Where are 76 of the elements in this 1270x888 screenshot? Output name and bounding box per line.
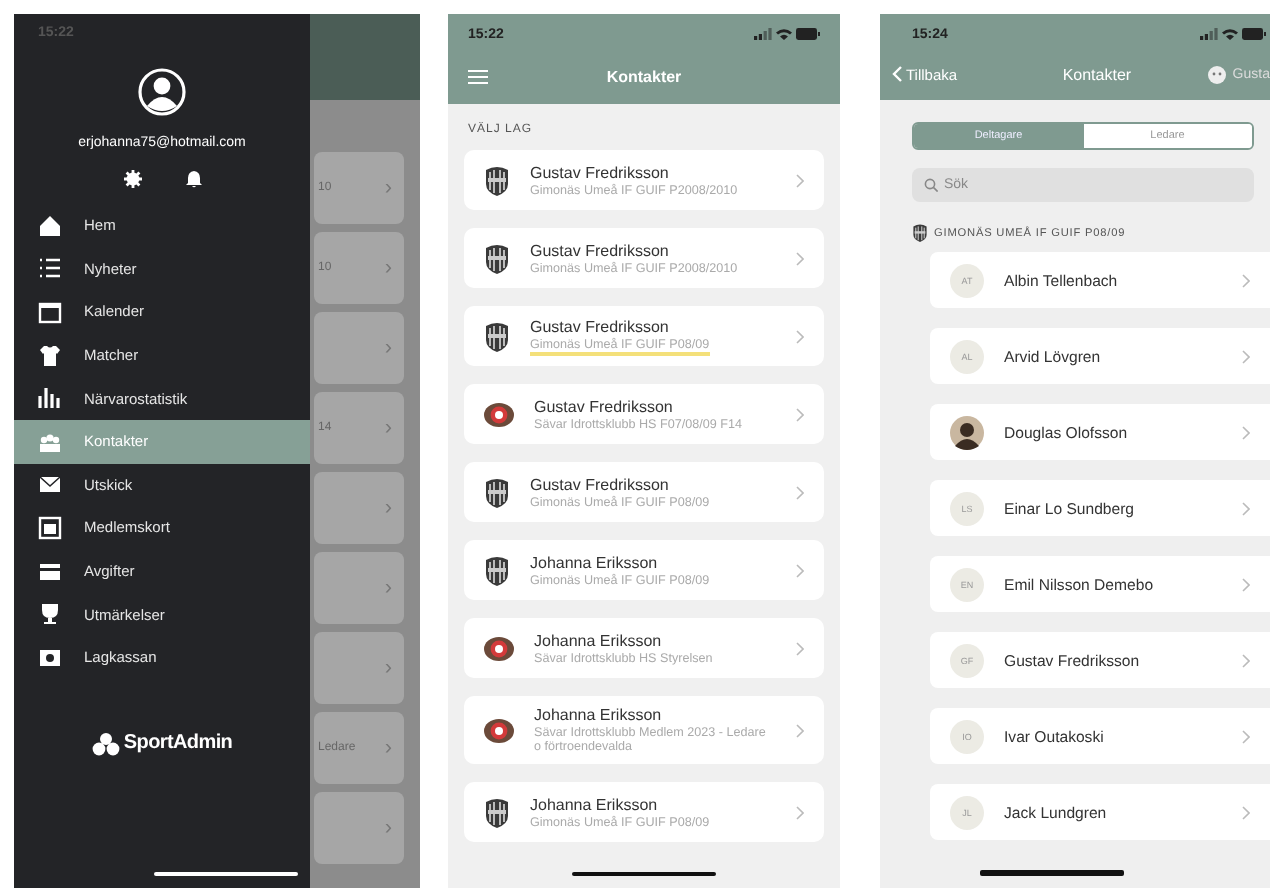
- battery-icon: [1242, 28, 1266, 40]
- contact-name: Gustav Fredriksson: [530, 241, 671, 259]
- striped-shield-logo-icon: [484, 321, 510, 351]
- contact-name: Gustav Fredriksson: [534, 397, 675, 415]
- round-club-logo-icon: [484, 401, 514, 427]
- search-icon: [924, 178, 938, 192]
- chevron-right-icon: [1242, 805, 1250, 819]
- club-logo-icon: [91, 731, 120, 756]
- chevron-right-icon: [1242, 425, 1250, 439]
- list-icon: [38, 256, 62, 281]
- striped-shield-logo-icon: [484, 555, 510, 585]
- chevron-icon: ›: [384, 576, 392, 600]
- people-icon: [38, 429, 62, 454]
- chevron-icon: ›: [384, 656, 392, 680]
- chevron-right-icon: [1242, 273, 1250, 287]
- chevron-icon: ›: [384, 336, 392, 360]
- signal-icon: [754, 28, 772, 40]
- striped-shield-logo-icon: [912, 224, 928, 242]
- chevron-right-icon: [796, 173, 804, 187]
- trophy-icon: [38, 602, 62, 627]
- contact-name: Johanna Eriksson: [530, 553, 660, 571]
- chevron-right-icon: [1242, 577, 1250, 591]
- contact-name: Gustav Fredriksson: [530, 317, 671, 335]
- calendar-icon: [38, 299, 62, 324]
- round-club-logo-icon: [484, 635, 514, 661]
- bell-icon[interactable]: [185, 170, 201, 188]
- chevron-right-icon: [1242, 349, 1250, 363]
- screen-title: Kontakter: [606, 67, 682, 85]
- home-icon: [38, 213, 62, 238]
- contact-name: Johanna Eriksson: [534, 706, 664, 724]
- brand-logo: SportAdmin: [123, 732, 233, 755]
- chevron-right-icon: [796, 723, 804, 737]
- home-indicator: [980, 870, 1124, 876]
- shirt-icon: [38, 343, 62, 368]
- banknote-icon: [38, 645, 62, 670]
- round-club-logo-icon: [484, 717, 514, 743]
- person-silhouette-icon: [950, 415, 984, 449]
- screen-title: Kontakter: [1062, 65, 1132, 83]
- credit-card-icon: [38, 559, 62, 584]
- member-card-icon: [38, 515, 62, 540]
- striped-shield-logo-icon: [484, 165, 510, 195]
- chevron-right-icon: [796, 329, 804, 343]
- striped-shield-logo-icon: [484, 243, 510, 273]
- wifi-icon: [1222, 28, 1238, 40]
- striped-shield-logo-icon: [484, 797, 510, 827]
- chevron-left-icon: [892, 66, 902, 82]
- envelope-icon: [38, 472, 62, 497]
- chevron-icon: ›: [384, 816, 392, 840]
- avatar-icon[interactable]: [138, 68, 186, 116]
- contact-name: Johanna Eriksson: [534, 631, 664, 649]
- contact-name: Gustav Fredriksson: [530, 163, 671, 181]
- menu-icon[interactable]: [468, 69, 488, 83]
- striped-shield-logo-icon: [484, 477, 510, 507]
- chevron-icon: ›: [384, 736, 392, 760]
- battery-icon: [796, 28, 820, 40]
- contact-name: Gustav Fredriksson: [530, 475, 671, 493]
- chevron-right-icon: [796, 563, 804, 577]
- chevron-icon: ›: [384, 256, 392, 280]
- chevron-right-icon: [796, 805, 804, 819]
- signal-icon: [1200, 28, 1218, 40]
- home-indicator: [154, 872, 298, 876]
- home-indicator: [572, 872, 716, 876]
- chevron-right-icon: [1242, 653, 1250, 667]
- chevron-right-icon: [1242, 501, 1250, 515]
- chevron-icon: ›: [384, 416, 392, 440]
- chevron-right-icon: [796, 407, 804, 421]
- contact-name: Johanna Eriksson: [530, 795, 660, 813]
- chevron-right-icon: [796, 641, 804, 655]
- wifi-icon: [776, 28, 792, 40]
- settings-icon[interactable]: [123, 170, 141, 188]
- chevron-right-icon: [796, 485, 804, 499]
- bar-chart-icon: [38, 386, 62, 411]
- chevron-icon: ›: [384, 176, 392, 200]
- chevron-icon: ›: [384, 496, 392, 520]
- chevron-right-icon: [796, 251, 804, 265]
- chevron-right-icon: [1242, 729, 1250, 743]
